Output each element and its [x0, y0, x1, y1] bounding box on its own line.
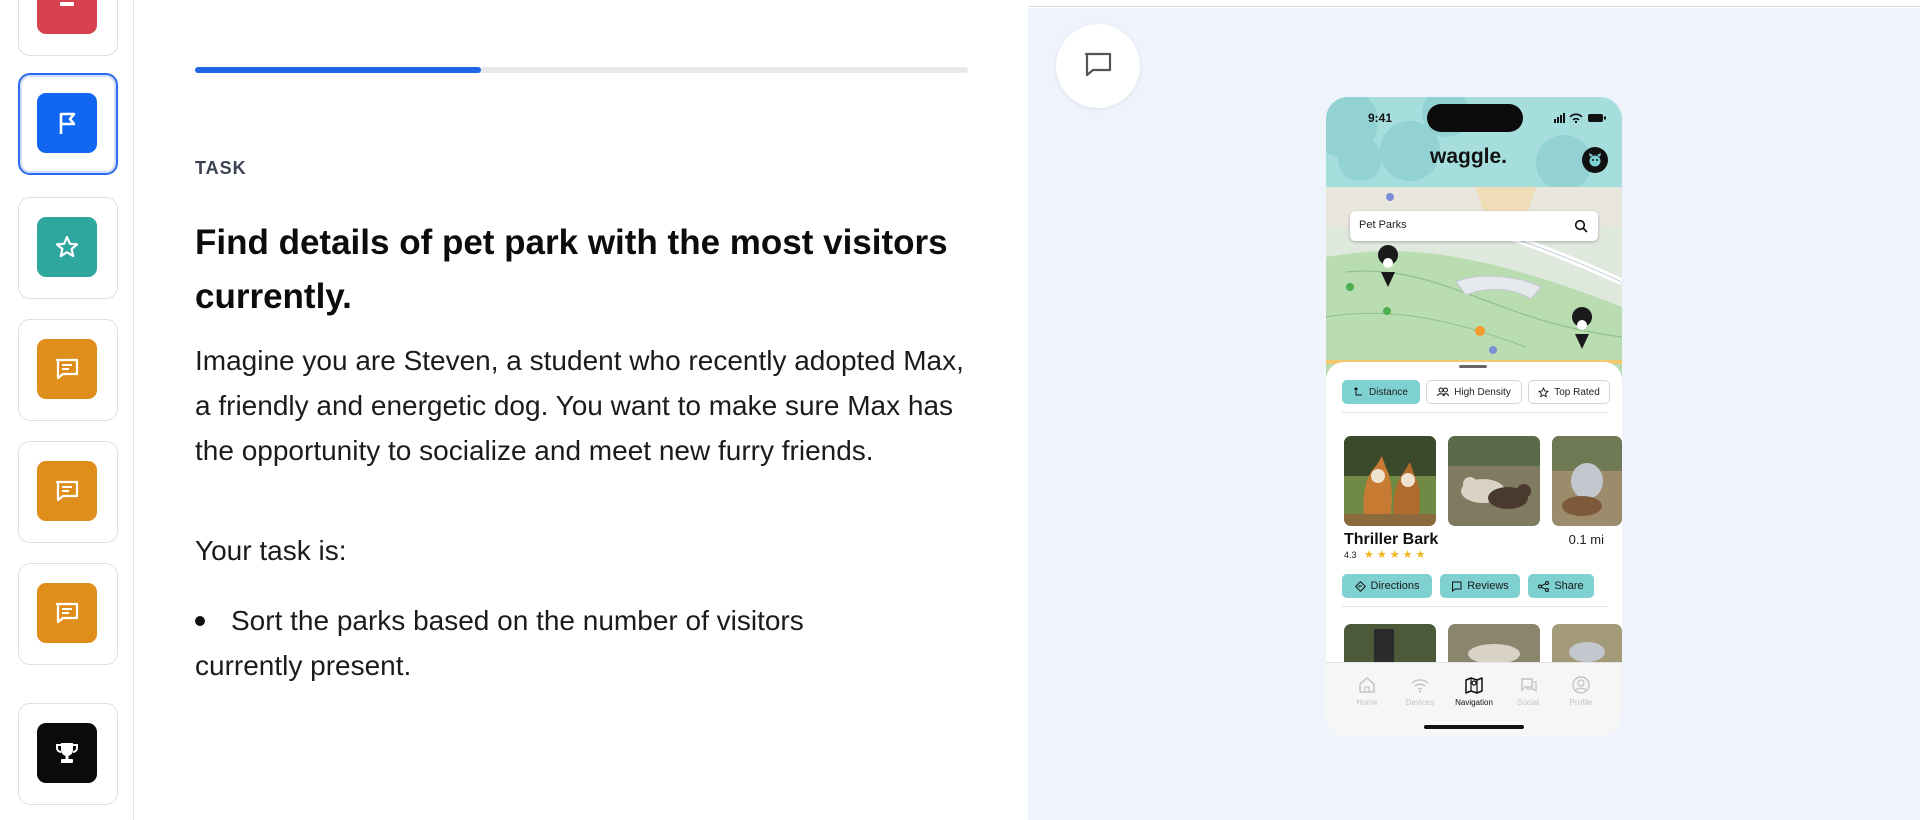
tab-social[interactable]: Social: [1503, 675, 1553, 707]
tab-home[interactable]: Home: [1342, 675, 1392, 707]
task-step: Sort the parks based on the number of vi…: [195, 598, 895, 688]
chat-button[interactable]: [1056, 24, 1140, 108]
rail-item-message-1[interactable]: [18, 319, 118, 421]
results-sheet: Distance High Density Top Rated Thriller…: [1326, 362, 1622, 664]
rail-item-star[interactable]: [18, 197, 118, 299]
share-button[interactable]: Share: [1528, 574, 1594, 598]
park-photo[interactable]: [1448, 436, 1540, 526]
filter-top-rated[interactable]: Top Rated: [1528, 380, 1610, 404]
rail-item-message-3[interactable]: [18, 563, 118, 665]
star-icon: [37, 217, 97, 277]
task-label: TASK: [195, 158, 247, 178]
task-step-text: Sort the parks based on the number of vi…: [195, 605, 804, 681]
header-decoration: [1338, 137, 1382, 181]
app-header: 9:41 waggle.: [1326, 97, 1622, 191]
park-name[interactable]: Thriller Bark: [1344, 531, 1438, 549]
home-indicator: [1424, 725, 1524, 729]
dynamic-island: [1427, 104, 1523, 132]
message-icon: [37, 339, 97, 399]
tab-navigation[interactable]: Navigation: [1449, 675, 1499, 707]
task-progress-bar: [195, 67, 968, 73]
directions-icon: [1354, 580, 1366, 592]
task-description: Imagine you are Steven, a student who re…: [195, 345, 964, 466]
rail-item-flag[interactable]: [18, 73, 118, 175]
action-label: Directions: [1370, 580, 1420, 592]
task-progress-fill: [195, 67, 481, 73]
map-icon: [1465, 677, 1483, 694]
chat-icon: [1521, 678, 1537, 693]
filter-label: Distance: [1369, 386, 1408, 398]
distance-icon: [1354, 387, 1363, 396]
tab-label: Profile: [1569, 698, 1593, 707]
park-photo[interactable]: [1552, 624, 1622, 664]
bullet-dot: [195, 615, 205, 626]
directions-button[interactable]: Directions: [1342, 574, 1432, 598]
preview-panel: 9:41 waggle. Pet Parks Distance High Den…: [1028, 8, 1920, 820]
park-distance: 0.1 mi: [1568, 532, 1604, 547]
task-panel: TASK Find details of pet park with the m…: [134, 0, 1028, 820]
filter-high-density[interactable]: High Density: [1426, 380, 1522, 404]
action-label: Share: [1554, 580, 1584, 592]
park-photo[interactable]: [1552, 436, 1622, 526]
tab-label: Social: [1517, 698, 1539, 707]
flag-icon: [37, 93, 97, 153]
filter-label: High Density: [1454, 386, 1511, 398]
status-icons: [1554, 113, 1606, 124]
people-icon: [1437, 387, 1450, 397]
minus-icon: [37, 0, 97, 34]
sheet-handle[interactable]: [1459, 365, 1487, 368]
rail-item-message-2[interactable]: [18, 441, 118, 543]
tab-label: Home: [1356, 698, 1378, 707]
message-icon: [37, 583, 97, 643]
rail-item-trophy[interactable]: [18, 703, 118, 805]
search-value: Pet Parks: [1359, 219, 1407, 231]
action-label: Reviews: [1467, 580, 1509, 592]
filter-distance[interactable]: Distance: [1342, 380, 1420, 404]
tab-devices[interactable]: Devices: [1395, 675, 1445, 707]
pet-avatar-icon[interactable]: [1582, 147, 1608, 173]
brand-logo: waggle.: [1430, 145, 1508, 168]
wifi-icon: [1411, 679, 1429, 693]
park-photo[interactable]: [1344, 436, 1436, 526]
rail-item-red[interactable]: [18, 0, 118, 56]
profile-icon: [1572, 676, 1590, 694]
filter-label: Top Rated: [1554, 386, 1600, 398]
reviews-button[interactable]: Reviews: [1440, 574, 1520, 598]
task-title: Find details of pet park with the most v…: [195, 223, 948, 316]
bottom-tab-bar: Home Devices Navigation Social Profile: [1326, 662, 1622, 737]
tab-profile[interactable]: Profile: [1556, 675, 1606, 707]
search-input[interactable]: Pet Parks: [1350, 211, 1598, 241]
home-icon: [1359, 677, 1375, 693]
chat-bubble-icon: [1083, 51, 1113, 81]
divider: [1342, 412, 1608, 413]
phone-mockup: 9:41 waggle. Pet Parks Distance High Den…: [1326, 97, 1622, 737]
task-subheading: Your task is:: [195, 535, 347, 566]
message-icon: [37, 461, 97, 521]
trophy-icon: [37, 723, 97, 783]
status-time: 9:41: [1368, 111, 1393, 125]
park-rating: 4.3: [1344, 550, 1357, 560]
star-outline-icon: [1538, 386, 1550, 397]
tab-label: Navigation: [1455, 698, 1493, 707]
share-icon: [1538, 580, 1550, 592]
rating-stars: ★★★★★: [1364, 548, 1429, 561]
divider: [1342, 606, 1608, 607]
search-icon[interactable]: [1574, 219, 1588, 233]
reviews-icon: [1452, 581, 1462, 592]
left-rail: [0, 0, 134, 820]
tab-label: Devices: [1405, 698, 1435, 707]
map-view[interactable]: Pet Parks: [1326, 187, 1622, 377]
park-photo[interactable]: [1448, 624, 1540, 664]
park-photo[interactable]: [1344, 624, 1436, 664]
